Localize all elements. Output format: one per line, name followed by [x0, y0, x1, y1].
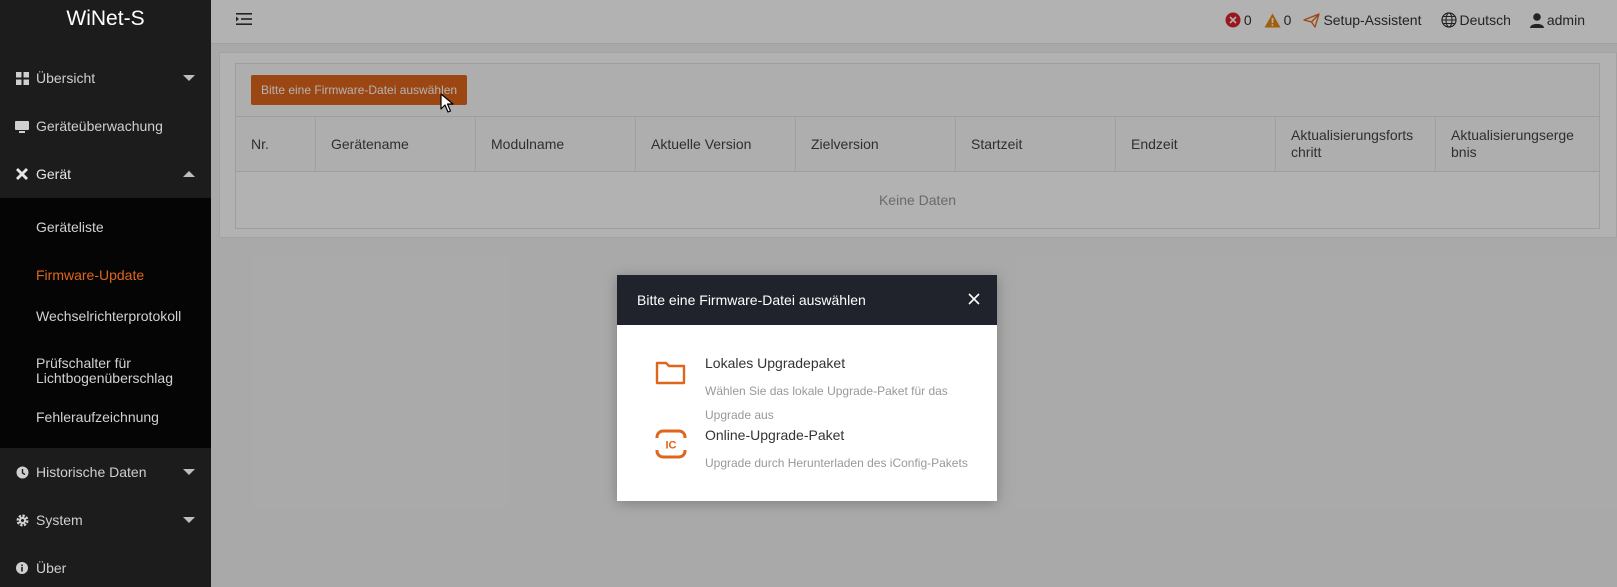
sidebar-item-label: System — [36, 512, 83, 528]
folder-icon — [655, 361, 686, 385]
local-upgrade-option[interactable]: Lokales Upgradepaket Wählen Sie das loka… — [654, 355, 974, 422]
sidebar-subitem-inverter-protocol[interactable]: Wechselrichterprotokoll — [36, 309, 184, 324]
dialog-header: Bitte eine Firmware-Datei auswählen — [617, 275, 997, 325]
gear-icon — [15, 513, 29, 527]
chevron-down-icon — [183, 517, 195, 523]
dialog-title: Bitte eine Firmware-Datei auswählen — [637, 292, 866, 308]
firmware-select-dialog: Bitte eine Firmware-Datei auswählen Loka… — [617, 275, 997, 501]
chevron-down-icon — [183, 469, 195, 475]
sidebar-subitem-arc-test-switch[interactable]: Prüfschalter für Lichtbogenüberschlag — [36, 356, 196, 386]
sidebar-item-label: Über — [36, 560, 67, 576]
chevron-down-icon — [183, 75, 195, 81]
sidebar-subitem-firmware-update[interactable]: Firmware-Update — [36, 268, 196, 283]
sidebar-item-label: Übersicht — [36, 70, 96, 86]
sidebar-item-overview[interactable]: Übersicht — [0, 54, 211, 102]
option-title: Online-Upgrade-Paket — [705, 427, 845, 443]
sidebar-subitem-error-log[interactable]: Fehleraufzeichnung — [36, 410, 196, 425]
tools-icon — [15, 167, 29, 181]
sidebar-item-about[interactable]: Über — [0, 544, 211, 587]
sidebar-item-monitoring[interactable]: Geräteüberwachung — [0, 102, 211, 150]
option-description: Upgrade durch Herunterladen des iConfig-… — [705, 456, 968, 470]
option-description: Wählen Sie das lokale Upgrade-Paket für … — [705, 384, 948, 422]
sidebar-item-label: Geräteüberwachung — [36, 118, 163, 134]
online-upgrade-option[interactable]: IC Online-Upgrade-Paket Upgrade durch He… — [654, 427, 974, 487]
option-title: Lokales Upgradepaket — [705, 355, 846, 371]
sidebar-item-device[interactable]: Gerät — [0, 150, 211, 198]
mouse-cursor-icon — [440, 93, 454, 113]
info-icon — [15, 561, 29, 575]
monitor-icon — [15, 119, 29, 133]
svg-text:IC: IC — [666, 440, 677, 452]
close-icon[interactable] — [967, 292, 981, 306]
sidebar-subitem-device-list[interactable]: Geräteliste — [36, 220, 196, 235]
sidebar: WiNet-S Übersicht Geräteüberwachung Gerä… — [0, 0, 211, 587]
device-submenu: Geräteliste Firmware-Update Wechselricht… — [0, 198, 211, 448]
sidebar-item-system[interactable]: System — [0, 496, 211, 544]
sidebar-item-history[interactable]: Historische Daten — [0, 448, 211, 496]
sidebar-item-label: Historische Daten — [36, 464, 147, 480]
dashboard-icon — [15, 71, 29, 85]
sidebar-item-label: Gerät — [36, 166, 72, 182]
chevron-up-icon — [183, 171, 195, 177]
iconfig-icon: IC — [654, 429, 688, 459]
clock-icon — [15, 465, 29, 479]
brand-logo: WiNet-S — [66, 7, 145, 30]
